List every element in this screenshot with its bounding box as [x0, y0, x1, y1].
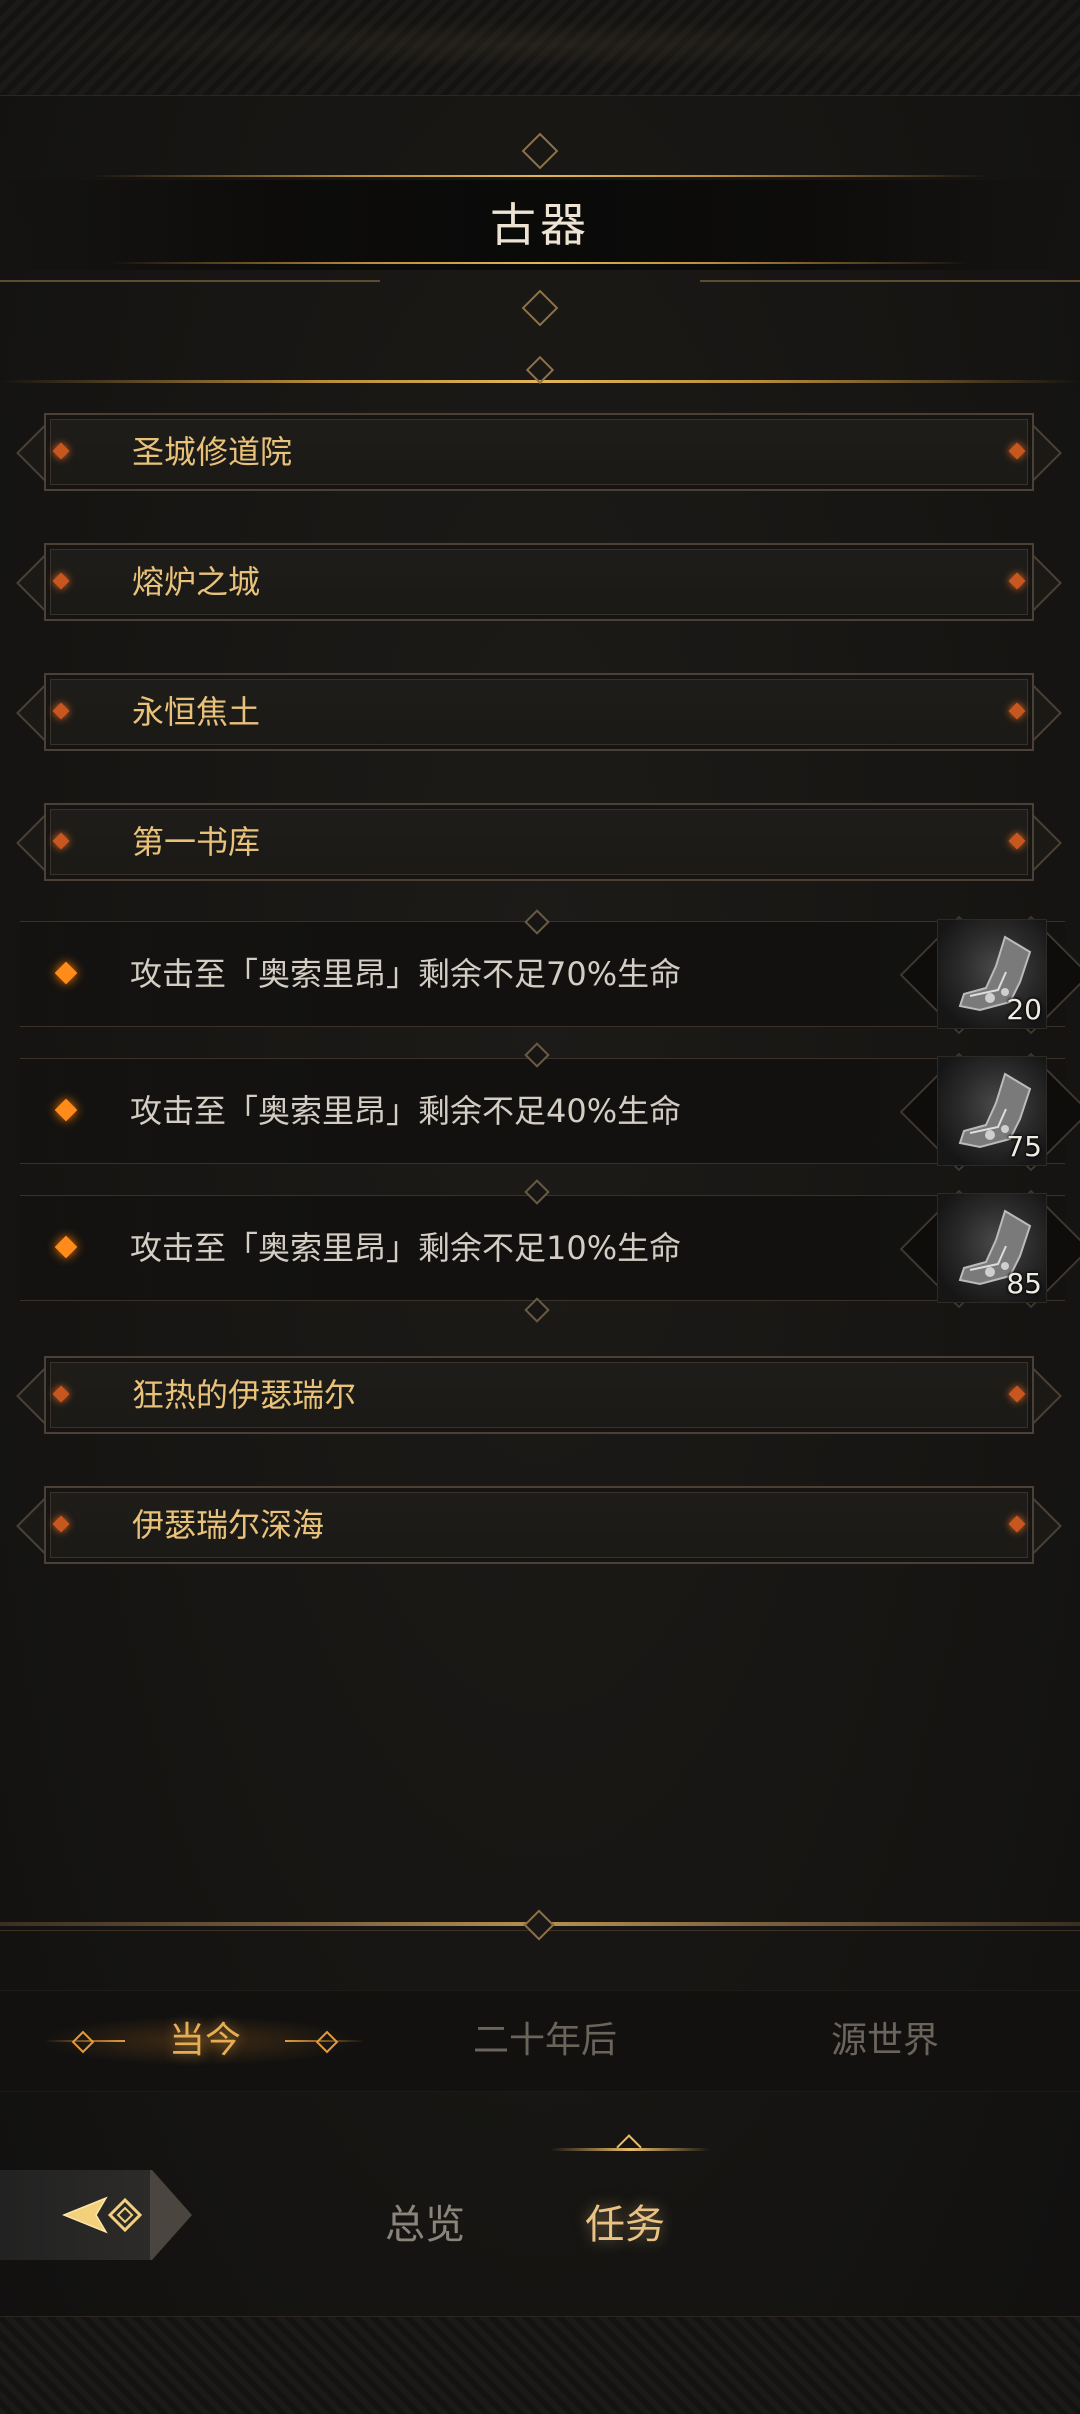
category-row-0[interactable]: 圣城修道院 [16, 407, 1062, 497]
task-row-0[interactable]: 攻击至「奥索里昂」剩余不足70%生命 20 [20, 909, 1080, 1035]
reward-count: 85 [1006, 1267, 1042, 1300]
reward-item[interactable]: 75 [899, 1052, 1080, 1172]
artifact-page: 古器 圣城修道院 熔炉之城 永恒焦土 第一书库 攻击至「奥索里昂」剩余不足70%… [0, 0, 1080, 2414]
era-right-ornament [285, 2030, 365, 2054]
category-label: 圣城修道院 [132, 433, 293, 471]
tab-overview[interactable]: 总览 [385, 2180, 465, 2270]
category-row-2[interactable]: 永恒焦土 [16, 667, 1062, 757]
era-tab-twenty-years-later[interactable]: 二十年后 [375, 1991, 715, 2091]
task-text: 攻击至「奥索里昂」剩余不足10%生命 [130, 1229, 682, 1267]
header-top-line [90, 175, 990, 177]
reward-count: 20 [1006, 993, 1042, 1026]
category-label: 第一书库 [132, 823, 261, 861]
back-arrow-icon [62, 2196, 143, 2234]
header-left-arc [0, 280, 380, 342]
header-bottom-line [110, 262, 970, 264]
category-label: 熔炉之城 [132, 563, 261, 601]
reward-box: 85 [937, 1193, 1047, 1303]
header-right-arc [700, 280, 1080, 342]
header: 古器 [0, 130, 1080, 390]
reward-count: 75 [1006, 1130, 1042, 1163]
page-title: 古器 [490, 198, 590, 252]
category-label: 伊瑟瑞尔深海 [132, 1506, 325, 1544]
header-top-diamond [521, 132, 559, 170]
reward-box: 20 [937, 919, 1047, 1029]
reward-item[interactable]: 85 [899, 1189, 1080, 1309]
top-ornament-band [0, 0, 1080, 96]
category-label: 狂热的伊瑟瑞尔 [132, 1376, 357, 1414]
back-button[interactable] [0, 2170, 192, 2260]
task-row-2[interactable]: 攻击至「奥索里昂」剩余不足10%生命 85 [20, 1179, 1080, 1323]
active-tab-arrow [616, 2134, 642, 2160]
category-label: 永恒焦土 [132, 693, 261, 731]
task-row-1[interactable]: 攻击至「奥索里昂」剩余不足40%生命 75 [20, 1042, 1080, 1172]
header-bottom-diamond [521, 289, 559, 327]
category-row-4[interactable]: 狂热的伊瑟瑞尔 [16, 1350, 1062, 1440]
divider-diamond [523, 1909, 555, 1941]
reward-box: 75 [937, 1056, 1047, 1166]
reward-item[interactable]: 20 [899, 915, 1080, 1035]
task-text: 攻击至「奥索里昂」剩余不足70%生命 [130, 955, 682, 993]
category-row-3[interactable]: 第一书库 [16, 797, 1062, 887]
era-tab-source-world[interactable]: 源世界 [715, 1991, 1055, 2091]
tab-tasks[interactable]: 任务 [585, 2180, 665, 2270]
bottom-ornament-band [0, 2316, 1080, 2414]
category-row-1[interactable]: 熔炉之城 [16, 537, 1062, 627]
era-selector: 当今 二十年后 源世界 [0, 1990, 1080, 2092]
task-text: 攻击至「奥索里昂」剩余不足40%生命 [130, 1092, 682, 1130]
category-row-5[interactable]: 伊瑟瑞尔深海 [16, 1480, 1062, 1570]
